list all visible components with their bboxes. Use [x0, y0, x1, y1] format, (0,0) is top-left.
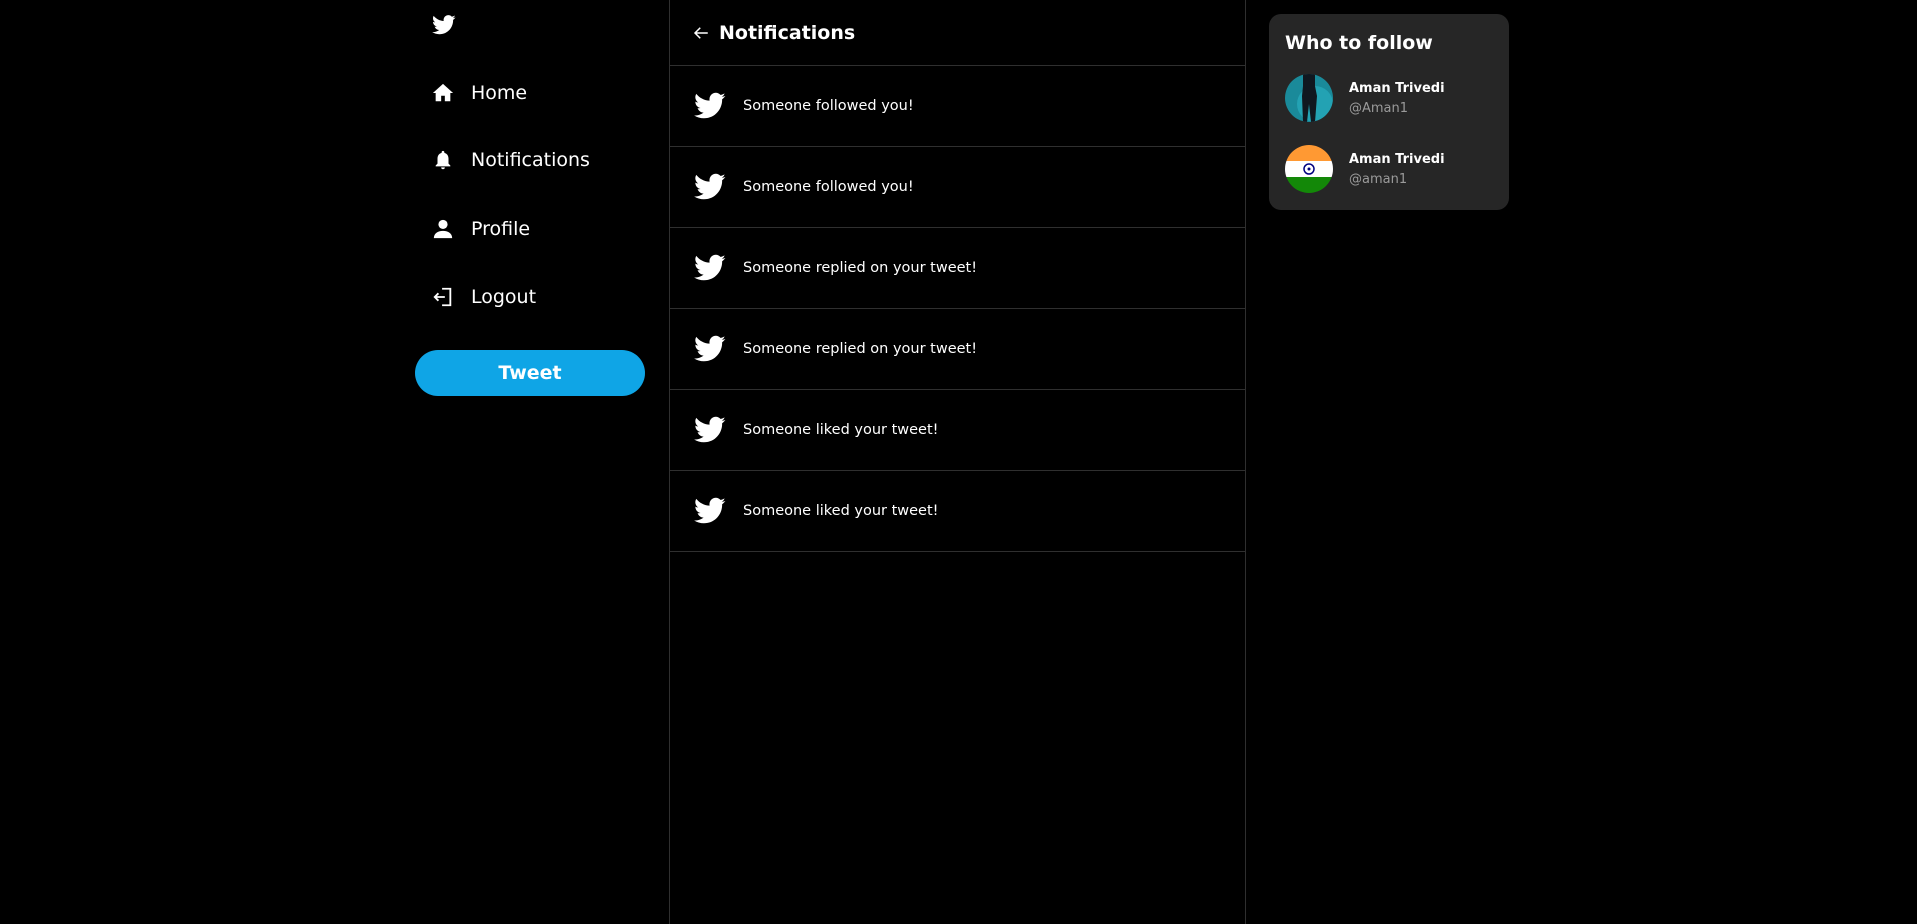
- twitter-bird-icon: [694, 173, 726, 201]
- notification-item[interactable]: Someone followed you!: [670, 66, 1245, 147]
- who-to-follow-card: Who to follow Aman Trivedi @Aman1 Aman T…: [1269, 14, 1509, 210]
- notification-item[interactable]: Someone replied on your tweet!: [670, 228, 1245, 309]
- notification-text: Someone followed you!: [743, 98, 914, 114]
- card-title: Who to follow: [1285, 32, 1433, 54]
- twitter-bird-icon: [694, 254, 726, 282]
- logout-icon: [433, 287, 452, 307]
- twitter-bird-icon: [694, 92, 726, 120]
- notification-item[interactable]: Someone followed you!: [670, 147, 1245, 228]
- bell-icon: [435, 150, 451, 170]
- notifications-feed: Notifications Someone followed you! Some…: [669, 0, 1246, 924]
- avatar: [1285, 145, 1333, 193]
- follow-suggestion[interactable]: Aman Trivedi @aman1: [1285, 145, 1445, 193]
- sidebar-item-logout[interactable]: Logout: [432, 280, 536, 314]
- notification-text: Someone replied on your tweet!: [743, 260, 978, 276]
- notification-text: Someone liked your tweet!: [743, 503, 939, 519]
- twitter-bird-icon: [694, 416, 726, 444]
- sidebar-item-label: Notifications: [471, 149, 590, 171]
- avatar: [1285, 74, 1333, 122]
- notification-text: Someone replied on your tweet!: [743, 341, 978, 357]
- twitter-bird-icon[interactable]: [432, 14, 456, 36]
- sidebar-item-label: Profile: [471, 218, 531, 240]
- notification-item[interactable]: Someone replied on your tweet!: [670, 309, 1245, 390]
- user-name: Aman Trivedi: [1349, 151, 1445, 167]
- sidebar-item-profile[interactable]: Profile: [432, 212, 530, 246]
- page-title: Notifications: [719, 21, 856, 44]
- home-icon: [432, 83, 454, 102]
- follow-suggestion[interactable]: Aman Trivedi @Aman1: [1285, 74, 1445, 122]
- tweet-button[interactable]: Tweet: [415, 350, 645, 396]
- user-handle: @aman1: [1349, 171, 1408, 187]
- sidebar: Home Notifications Profile Logout Tweet: [400, 0, 669, 924]
- user-name: Aman Trivedi: [1349, 80, 1445, 96]
- arrow-left-icon[interactable]: [692, 24, 710, 42]
- user-icon: [433, 219, 453, 239]
- notification-text: Someone followed you!: [743, 179, 914, 195]
- sidebar-item-label: Logout: [471, 286, 537, 308]
- sidebar-item-home[interactable]: Home: [432, 76, 527, 110]
- sidebar-item-notifications[interactable]: Notifications: [432, 143, 590, 177]
- twitter-bird-icon: [694, 497, 726, 525]
- page-header: Notifications: [670, 0, 1245, 66]
- notification-item[interactable]: Someone liked your tweet!: [670, 390, 1245, 471]
- user-handle: @Aman1: [1349, 100, 1409, 116]
- notification-item[interactable]: Someone liked your tweet!: [670, 471, 1245, 552]
- twitter-bird-icon: [694, 335, 726, 363]
- notification-text: Someone liked your tweet!: [743, 422, 939, 438]
- sidebar-item-label: Home: [471, 82, 528, 104]
